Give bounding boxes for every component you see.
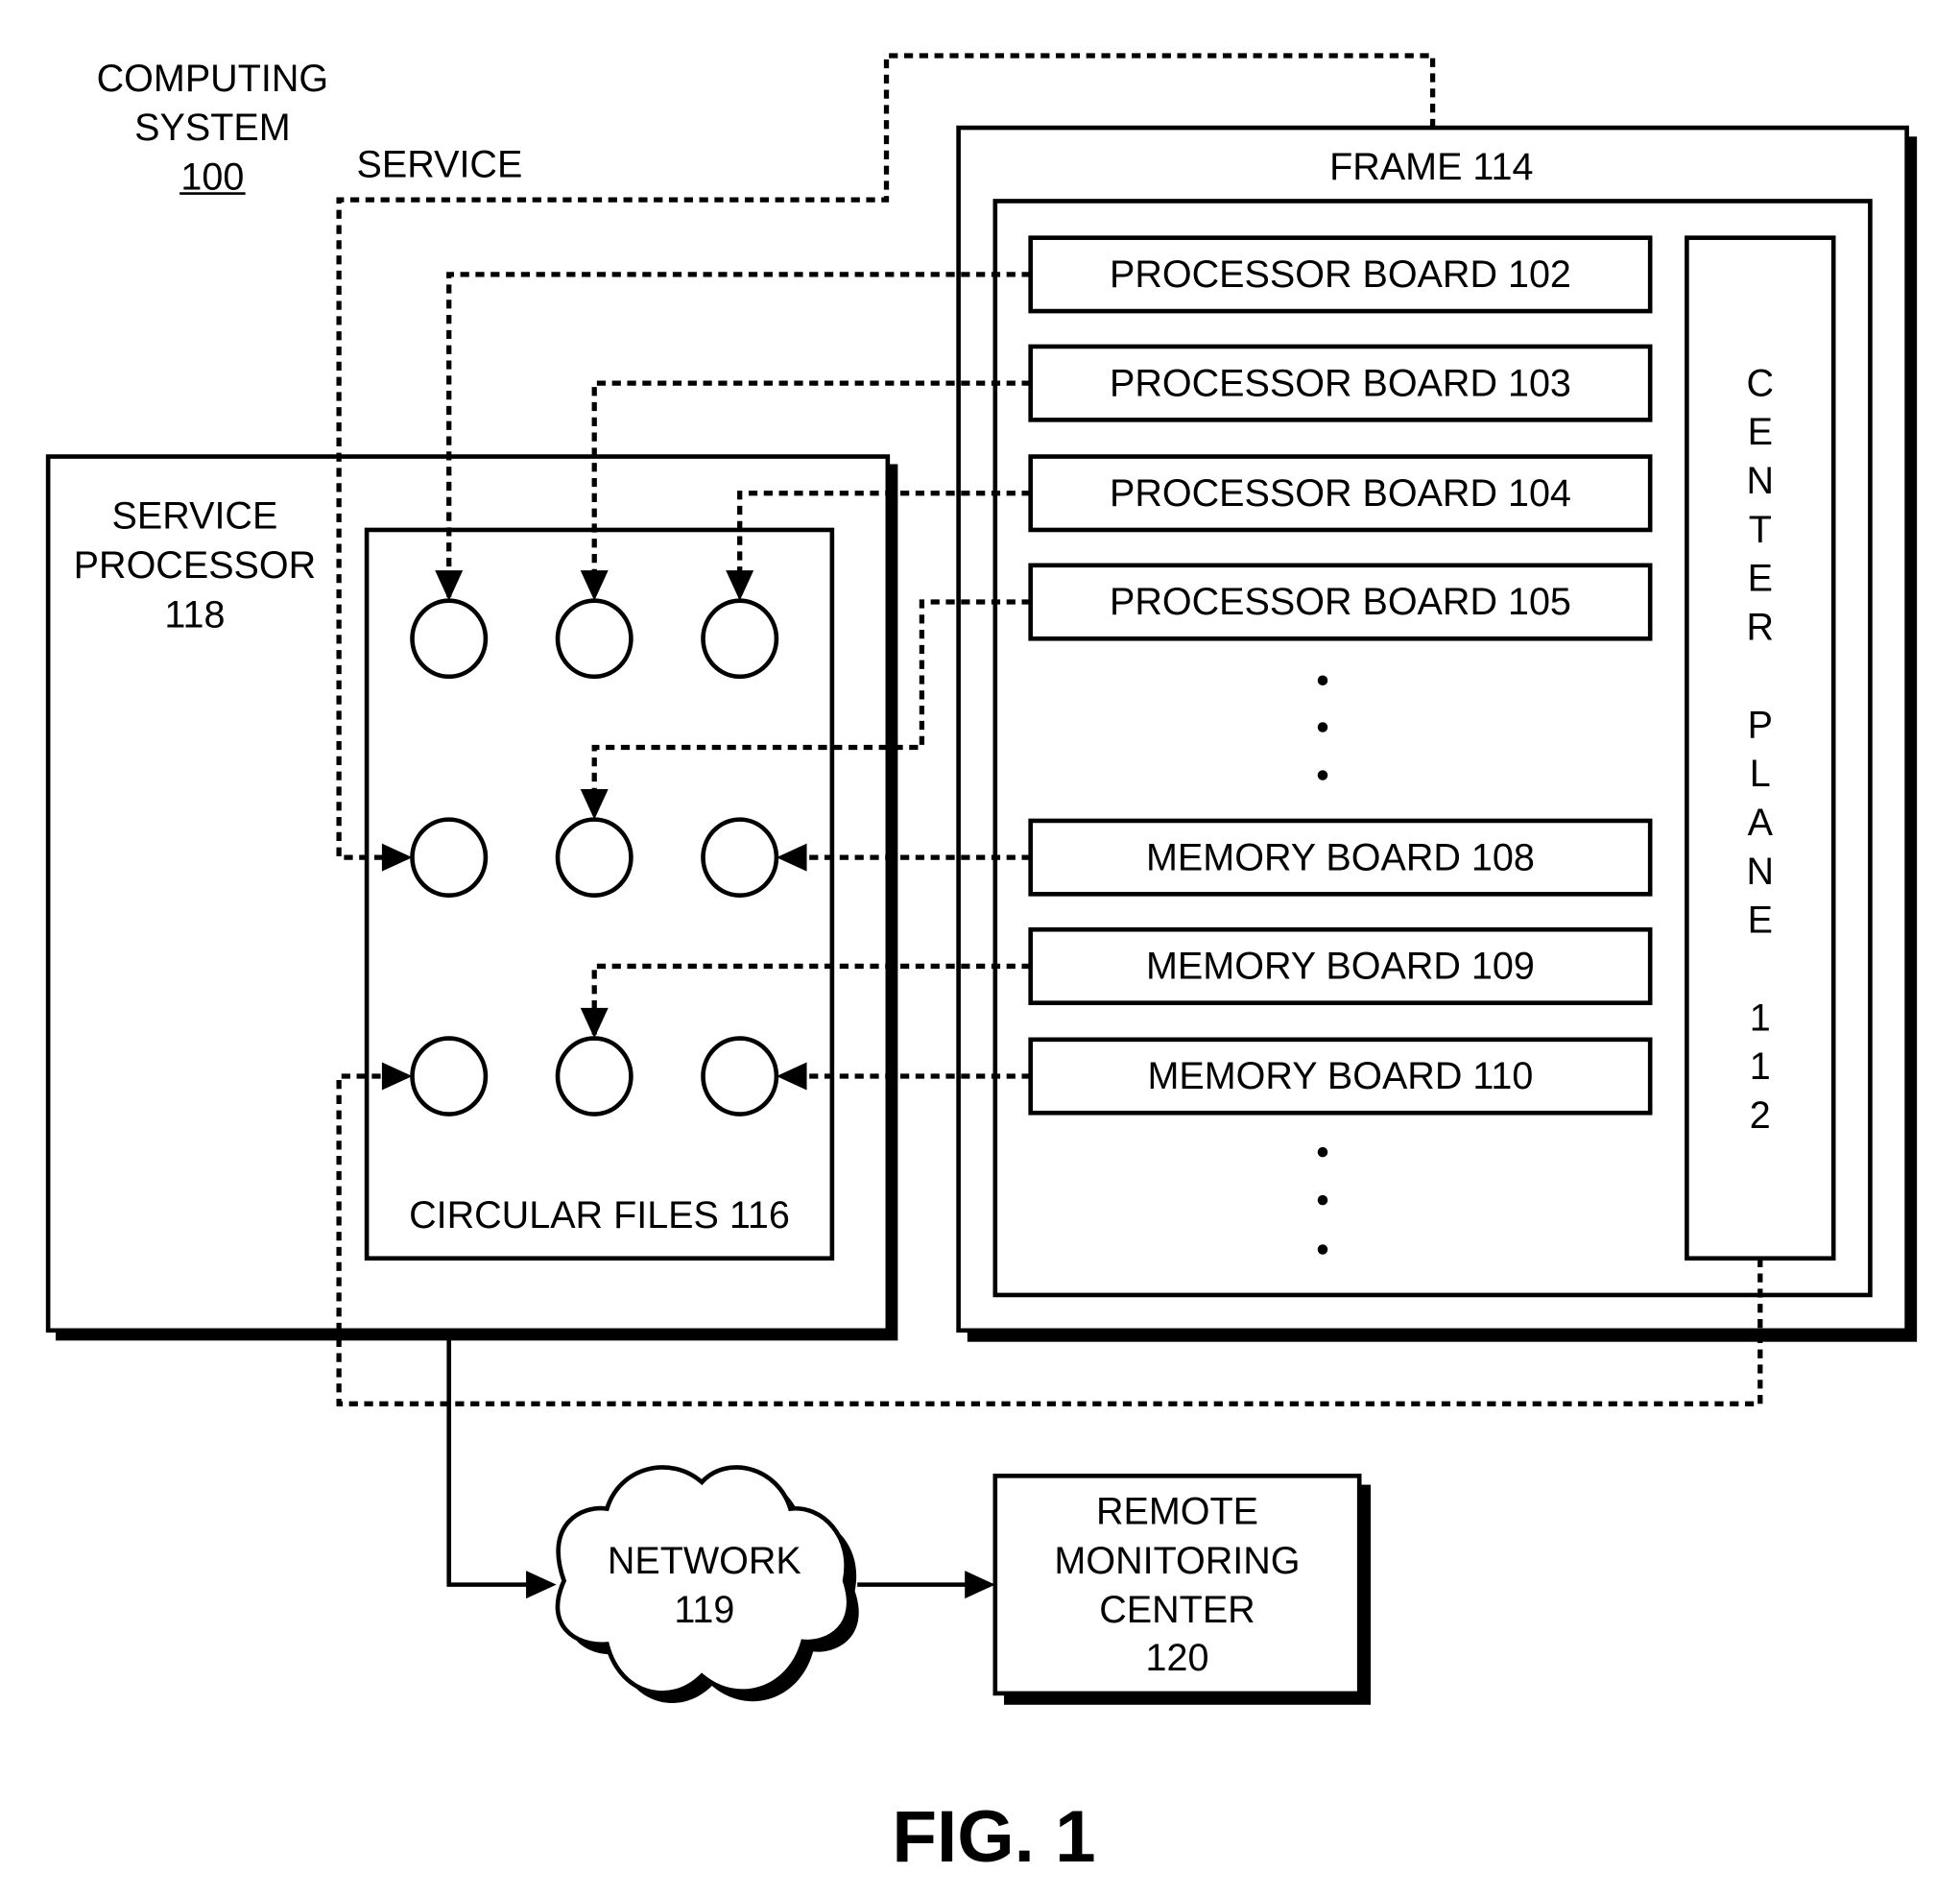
circular-file-5 <box>701 817 779 898</box>
board-2-label: PROCESSOR BOARD 104 <box>1110 472 1571 515</box>
circular-file-8 <box>701 1036 779 1117</box>
circular-files-label: CIRCULAR FILES 116 <box>409 1194 790 1237</box>
ellipsis-dot-0 <box>1317 675 1328 685</box>
board-1-label: PROCESSOR BOARD 103 <box>1110 362 1571 404</box>
circular-file-7 <box>555 1036 633 1117</box>
center-plane-letter-5: R <box>1747 607 1775 649</box>
service-processor-label-line2: PROCESSOR <box>74 544 317 587</box>
system-label-line1: COMPUTING <box>97 58 328 100</box>
remote-label-line3: CENTER <box>1099 1589 1255 1631</box>
circular-file-1 <box>555 598 633 680</box>
frame-box: FRAME 114 PROCESSOR BOARD 102 PROCESSOR B… <box>956 125 1918 1342</box>
board-4-label: MEMORY BOARD 108 <box>1146 836 1535 878</box>
remote-ref: 120 <box>1146 1637 1209 1679</box>
center-plane-letter-1: E <box>1748 411 1773 453</box>
center-plane-letter-0: C <box>1747 362 1775 404</box>
center-plane-letter-3: T <box>1749 509 1772 551</box>
network-label: NETWORK <box>608 1540 801 1582</box>
ellipsis-dot-1 <box>1317 722 1328 732</box>
service-link-label: SERVICE <box>357 143 523 185</box>
remote-label-line2: MONITORING <box>1054 1540 1300 1582</box>
service-processor-ref: 118 <box>164 593 225 636</box>
ellipsis-dot-4 <box>1317 1194 1328 1206</box>
frame-label: FRAME 114 <box>1329 146 1533 188</box>
board-5-label: MEMORY BOARD 109 <box>1146 946 1535 988</box>
board-0-label: PROCESSOR BOARD 102 <box>1110 253 1571 296</box>
center-plane-letter-10: N <box>1747 851 1775 893</box>
ellipsis-dot-3 <box>1317 1146 1328 1158</box>
fig1-diagram: COMPUTING SYSTEM 100 SERVICE SERVICE PRO… <box>45 53 1918 1878</box>
circular-file-3 <box>410 817 489 898</box>
network-ref: 119 <box>674 1589 734 1631</box>
circular-file-4 <box>555 817 633 898</box>
system-label-line2: SYSTEM <box>134 107 290 149</box>
center-plane-letter-2: N <box>1747 460 1775 502</box>
center-plane-letter-14: 1 <box>1750 1045 1771 1088</box>
center-plane-letter-8: L <box>1750 753 1771 795</box>
center-plane-letter-4: E <box>1748 558 1773 600</box>
circular-files-box: CIRCULAR FILES 116 <box>364 527 835 1261</box>
center-plane-letter-7: P <box>1748 704 1773 746</box>
network-cloud: NETWORK 119 <box>555 1465 859 1703</box>
board-6-label: MEMORY BOARD 110 <box>1148 1055 1534 1097</box>
center-plane-letter-11: E <box>1748 900 1773 942</box>
center-plane-letter-13: 1 <box>1750 997 1771 1039</box>
center-plane-letter-9: A <box>1748 802 1774 844</box>
circular-file-2 <box>701 598 779 680</box>
remote-monitoring-box: REMOTE MONITORING CENTER 120 <box>992 1474 1372 1705</box>
computing-system-label: COMPUTING SYSTEM 100 <box>97 58 328 199</box>
circular-file-6 <box>410 1036 489 1117</box>
center-plane-letter-15: 2 <box>1750 1094 1771 1137</box>
circular-file-0 <box>410 598 489 680</box>
ellipsis-dot-2 <box>1317 770 1328 780</box>
figure-caption: FIG. 1 <box>892 1796 1095 1878</box>
system-ref: 100 <box>180 156 244 199</box>
board-3-label: PROCESSOR BOARD 105 <box>1110 581 1571 623</box>
remote-label-line1: REMOTE <box>1096 1490 1258 1532</box>
sp-to-network-line <box>446 1330 544 1587</box>
service-processor-label-line1: SERVICE <box>112 495 278 538</box>
ellipsis-dot-5 <box>1317 1244 1328 1255</box>
